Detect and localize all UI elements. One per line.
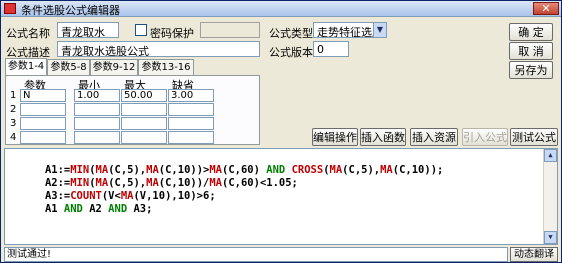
password-checkbox[interactable] bbox=[135, 24, 147, 36]
param-default-cell[interactable] bbox=[168, 131, 214, 144]
save-as-button[interactable]: 另存为 bbox=[509, 61, 553, 79]
formula-desc-input[interactable]: 青龙取水选股公式 bbox=[57, 41, 260, 57]
import-formula-button[interactable]: 引入公式 bbox=[462, 128, 508, 146]
edit-operation-button[interactable]: 编辑操作 bbox=[312, 128, 358, 146]
param-min-cell[interactable] bbox=[74, 117, 120, 130]
password-input[interactable] bbox=[200, 22, 260, 38]
scroll-down-icon[interactable]: ▼ bbox=[544, 231, 557, 244]
formula-name-label: 公式名称 bbox=[6, 27, 50, 40]
param-default-cell[interactable]: 3.00 bbox=[168, 89, 214, 102]
tab-params-9-12[interactable]: 参数9-12 bbox=[90, 59, 138, 75]
tab-params-13-16[interactable]: 参数13-16 bbox=[138, 59, 194, 75]
vertical-scrollbar[interactable]: ▲ ▼ bbox=[543, 149, 557, 244]
param-min-cell[interactable] bbox=[74, 103, 120, 116]
dynamic-translate-button[interactable]: 动态翻译 bbox=[510, 247, 558, 262]
row-number: 1 bbox=[10, 90, 17, 101]
tab-params-1-4[interactable]: 参数1-4 bbox=[5, 58, 47, 75]
formula-type-select[interactable]: 走势特征选股 ▼ bbox=[313, 22, 387, 38]
status-bar: 测试通过! 动态翻译 bbox=[4, 247, 558, 262]
row-number: 3 bbox=[10, 118, 17, 129]
param-min-cell[interactable]: 1.00 bbox=[74, 89, 120, 102]
param-name-cell[interactable] bbox=[20, 103, 66, 116]
ok-button[interactable]: 确 定 bbox=[509, 23, 553, 41]
code-line-4: A1 AND A2 AND A3; bbox=[44, 203, 153, 215]
window-title: 条件选股公式编辑器 bbox=[21, 4, 120, 17]
param-name-cell[interactable] bbox=[20, 131, 66, 144]
param-name-cell[interactable] bbox=[20, 117, 66, 130]
param-max-cell[interactable] bbox=[121, 103, 167, 116]
param-default-cell[interactable] bbox=[168, 117, 214, 130]
formula-version-input[interactable]: 0 bbox=[313, 41, 349, 57]
insert-resource-button[interactable]: 插入资源 bbox=[410, 128, 458, 146]
status-message: 测试通过! bbox=[4, 247, 508, 262]
param-grid-panel: 参数 最小 最大 缺省 1 N 1.00 50.00 3.00 2 3 4 bbox=[5, 75, 260, 145]
param-name-cell[interactable]: N bbox=[20, 89, 66, 102]
formula-name-input[interactable]: 青龙取水 bbox=[57, 22, 119, 38]
param-max-cell[interactable] bbox=[121, 117, 167, 130]
chevron-down-icon[interactable]: ▼ bbox=[373, 23, 386, 37]
formula-type-label: 公式类型 bbox=[269, 27, 313, 40]
row-number: 2 bbox=[10, 104, 17, 115]
param-max-cell[interactable]: 50.00 bbox=[121, 89, 167, 102]
row-number: 4 bbox=[10, 132, 17, 143]
insert-function-button[interactable]: 插入函数 bbox=[360, 128, 406, 146]
scroll-up-icon[interactable]: ▲ bbox=[544, 149, 557, 162]
param-default-cell[interactable] bbox=[168, 103, 214, 116]
title-bar: 条件选股公式编辑器 ✕ bbox=[1, 1, 561, 17]
formula-editor-window: 条件选股公式编辑器 ✕ 公式名称 青龙取水 密码保护 公式类型 走势特征选股 ▼… bbox=[0, 0, 562, 263]
formula-version-label: 公式版本 bbox=[269, 46, 313, 59]
formula-code-editor[interactable]: A1:=MIN(MA(C,5),MA(C,10))>MA(C,60) AND C… bbox=[4, 148, 558, 245]
param-min-cell[interactable] bbox=[74, 131, 120, 144]
cancel-button[interactable]: 取 消 bbox=[509, 42, 553, 60]
password-label: 密码保护 bbox=[150, 27, 194, 40]
test-formula-button[interactable]: 测试公式 bbox=[510, 128, 558, 146]
close-button[interactable]: ✕ bbox=[533, 2, 559, 15]
tab-params-5-8[interactable]: 参数5-8 bbox=[47, 59, 90, 75]
app-icon bbox=[4, 3, 16, 14]
param-max-cell[interactable] bbox=[121, 131, 167, 144]
